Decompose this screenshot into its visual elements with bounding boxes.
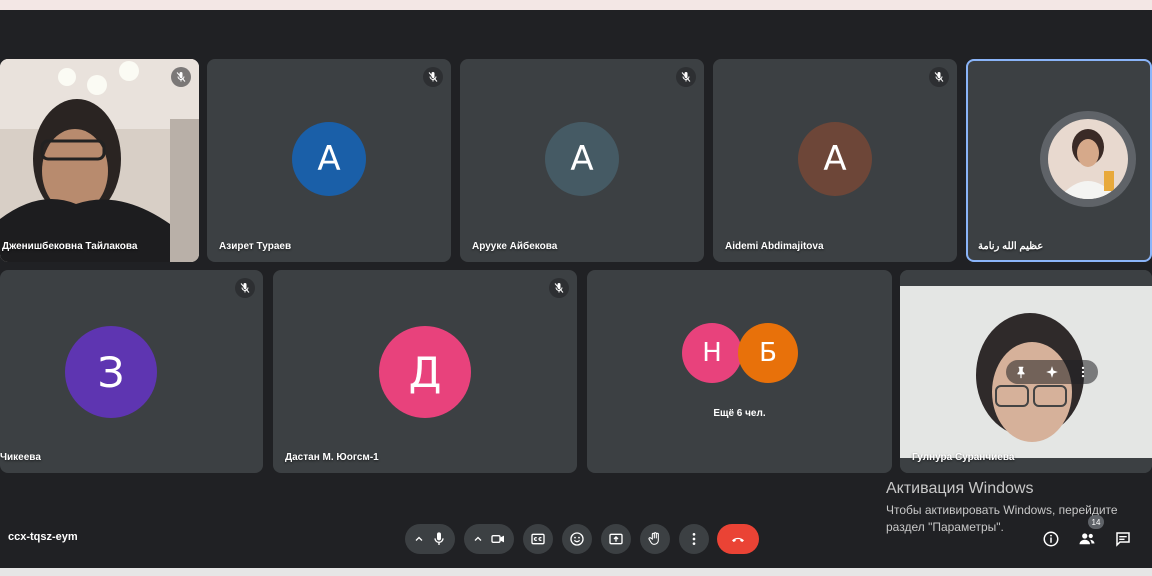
more-participants-tile[interactable]: Н Б Ещё 6 чел. — [587, 270, 892, 473]
pin-icon[interactable] — [1014, 365, 1028, 379]
participant-name: Азирет Тураев — [219, 241, 292, 252]
leave-call-button[interactable] — [717, 524, 759, 554]
participant-tile[interactable]: Гулнура Суранчиева — [900, 270, 1152, 473]
chevron-up-icon[interactable] — [413, 533, 425, 545]
closed-captions-icon — [531, 533, 545, 545]
participant-name: Дастан М. Юогсм-1 — [285, 452, 379, 463]
participant-tile[interactable]: А Азирет Тураев — [207, 59, 451, 262]
avatar: А — [798, 122, 872, 196]
avatar: Б — [738, 323, 798, 383]
top-notification-bar — [0, 0, 1152, 10]
activation-title: Активация Windows — [886, 480, 1034, 497]
meeting-details-button[interactable] — [1039, 527, 1063, 551]
chat-icon — [1116, 532, 1130, 547]
reactions-button[interactable] — [562, 524, 592, 554]
mic-muted-icon — [235, 278, 255, 298]
participant-tile[interactable]: А Aidemi Abdimajitova — [713, 59, 957, 262]
more-options-button[interactable] — [679, 524, 709, 554]
participant-tile[interactable]: Дженишбековна Тайлакова — [0, 59, 199, 262]
windows-taskbar — [0, 568, 1152, 576]
mic-muted-icon — [549, 278, 569, 298]
mic-control-group — [405, 524, 455, 554]
chat-button[interactable] — [1111, 527, 1135, 551]
participant-name: Арууке Айбекова — [472, 241, 558, 252]
participant-name: Aidemi Abdimajitova — [725, 241, 824, 252]
mic-muted-icon — [676, 67, 696, 87]
people-icon — [1079, 533, 1095, 545]
participant-name: عظيم الله رنامة — [978, 241, 1044, 252]
mic-muted-icon — [171, 67, 191, 87]
avatar: А — [292, 122, 366, 196]
avatar — [1048, 119, 1128, 199]
participant-name: Чикеева — [0, 452, 41, 463]
avatar: З — [65, 326, 157, 418]
sparkle-icon[interactable] — [1045, 365, 1059, 379]
participant-name: Дженишбековна Тайлакова — [2, 241, 138, 252]
emoji-icon — [570, 532, 584, 546]
participant-video — [0, 59, 199, 262]
participant-tile[interactable]: عظيم الله رنامة — [966, 59, 1152, 262]
more-vert-icon[interactable] — [1076, 365, 1090, 379]
participant-tile[interactable]: З Чикеева — [0, 270, 263, 473]
participant-tile[interactable]: А Арууке Айбекова — [460, 59, 704, 262]
people-count-badge: 14 — [1088, 515, 1104, 529]
activation-line-1: Чтобы активировать Windows, перейдите — [886, 503, 1118, 517]
raise-hand-button[interactable] — [640, 524, 670, 554]
people-button[interactable] — [1075, 527, 1099, 551]
chevron-up-icon[interactable] — [472, 533, 484, 545]
camera-icon[interactable] — [490, 531, 506, 547]
avatar: Н — [682, 323, 742, 383]
present-screen-icon — [609, 533, 623, 545]
participant-tile[interactable]: Д Дастан М. Юогсм-1 — [273, 270, 577, 473]
captions-button[interactable] — [523, 524, 553, 554]
hand-icon — [648, 532, 659, 545]
info-icon — [1043, 531, 1059, 547]
mic-muted-icon — [929, 67, 949, 87]
avatar: А — [545, 122, 619, 196]
more-participants-label: Ещё 6 чел. — [713, 408, 766, 419]
microphone-icon[interactable] — [431, 531, 447, 547]
avatar: Д — [379, 326, 471, 418]
more-vert-icon — [692, 533, 696, 545]
tile-overlay-controls — [1006, 360, 1098, 384]
camera-control-group — [464, 524, 514, 554]
mic-muted-icon — [423, 67, 443, 87]
present-screen-button[interactable] — [601, 524, 631, 554]
meeting-code: ccx-tqsz-eym — [8, 531, 78, 543]
hang-up-icon — [732, 537, 744, 542]
participant-name: Гулнура Суранчиева — [912, 452, 1015, 463]
